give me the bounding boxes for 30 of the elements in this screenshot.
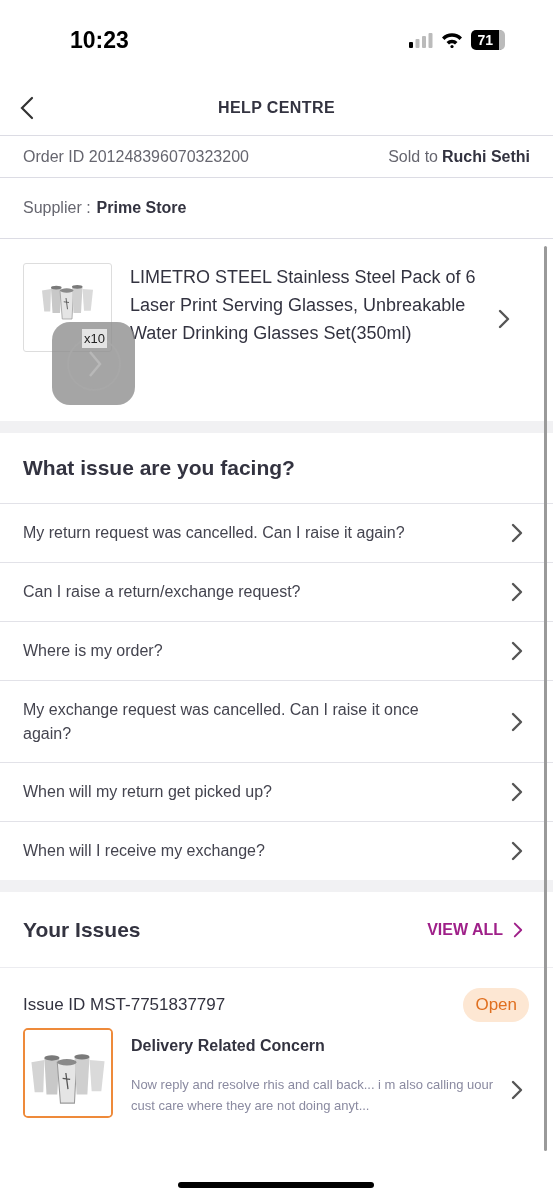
issue-message: Now reply and resolve rhis and call back... i m also calling uour cust care where they are not doing anyt...	[131, 1075, 493, 1115]
section-heading: Your Issues	[23, 916, 141, 943]
chevron-right-icon	[511, 523, 523, 543]
issue-card[interactable]: Delivery Related Concern Now reply and resolve rhis and call back... i m also calling uour cust care where they are not doing anyt...	[23, 1027, 529, 1118]
view-all-link[interactable]: VIEW ALL	[427, 917, 523, 942]
issue-title: Delivery Related Concern	[131, 1035, 326, 1056]
chevron-right-icon	[511, 841, 523, 861]
chevron-right-icon	[498, 309, 510, 329]
back-icon	[20, 96, 34, 120]
buyer-name: Ruchi Sethi	[442, 146, 530, 167]
chevron-right-icon	[511, 1079, 523, 1100]
page-title: HELP CENTRE	[218, 97, 335, 118]
order-id: Order ID 201248396070323200	[23, 146, 249, 167]
issue-id: Issue ID MST-7751837797	[23, 994, 226, 1016]
supplier-name: Prime Store	[96, 198, 187, 218]
signal-icon	[409, 32, 434, 48]
chevron-right-icon	[513, 921, 523, 938]
chevron-right-icon	[511, 582, 523, 602]
product-title[interactable]: LIMETRO STEEL Stainless Steel Pack of 6 Laser Print Serving Glasses, Unbreakable Water Drinking Glasses Set(350ml)	[130, 263, 480, 347]
section-heading: What issue are you facing?	[23, 455, 295, 482]
status-badge: Open	[463, 988, 529, 1022]
back-button[interactable]	[18, 94, 36, 122]
chevron-right-icon	[511, 641, 523, 661]
chevron-right-icon	[511, 782, 523, 802]
sold-to-label: Sold to	[388, 146, 438, 167]
supplier-label: Supplier :	[23, 198, 91, 218]
chevron-right-icon	[511, 711, 523, 732]
wifi-icon	[441, 32, 464, 48]
battery-indicator: 71	[471, 30, 505, 50]
status-time: 10:23	[70, 25, 129, 55]
